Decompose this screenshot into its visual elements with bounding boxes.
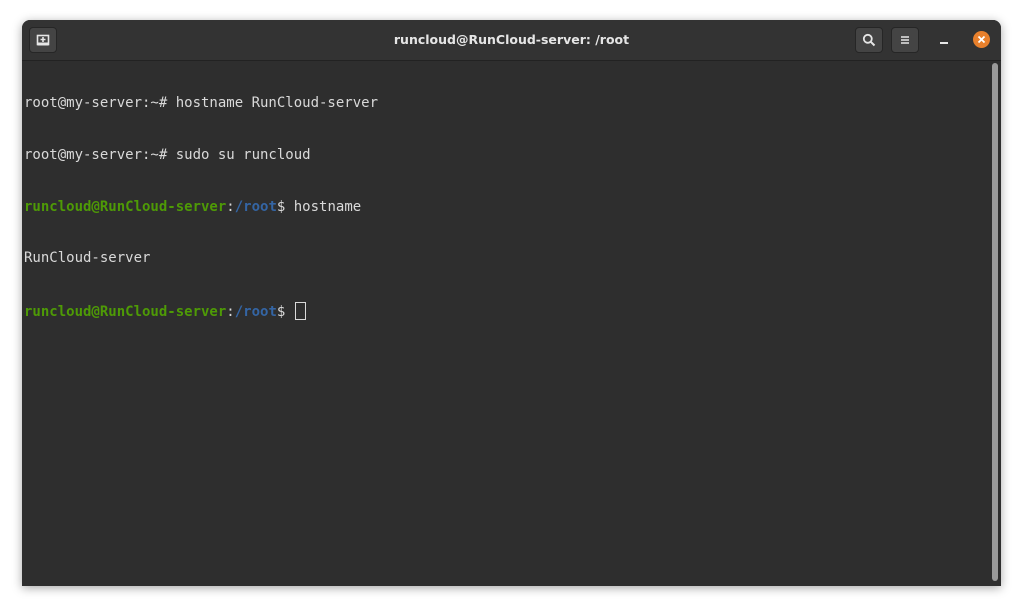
terminal-output[interactable]: root@my-server:~# hostname RunCloud-serv… xyxy=(22,61,990,586)
prompt-command: hostname xyxy=(293,198,362,215)
prompt-user-host: runcloud@RunCloud-server xyxy=(24,198,227,215)
line-text: root@my-server:~# hostname RunCloud-serv… xyxy=(24,95,379,112)
prompt-symbol: $ xyxy=(276,303,294,320)
close-button[interactable] xyxy=(973,31,990,48)
line-text: root@my-server:~# sudo su runcloud xyxy=(24,147,311,163)
prompt-symbol: $ xyxy=(276,198,294,215)
search-icon xyxy=(862,33,876,47)
terminal-line: root@my-server:~# sudo su runcloud xyxy=(24,147,990,164)
title-bar[interactable]: runcloud@RunCloud-server: /root xyxy=(22,20,1001,61)
prompt-separator: : xyxy=(226,303,235,320)
search-button[interactable] xyxy=(855,27,883,53)
text-cursor[interactable] xyxy=(294,301,306,320)
prompt-path: /root xyxy=(234,303,277,320)
minimize-icon xyxy=(940,42,948,44)
menu-button[interactable] xyxy=(891,27,919,53)
terminal-window: runcloud@RunCloud-server: /root root@my-… xyxy=(22,20,1001,586)
minimize-button[interactable] xyxy=(934,30,954,50)
line-text: RunCloud-server xyxy=(24,250,151,267)
prompt-user-host: runcloud@RunCloud-server xyxy=(24,303,227,320)
close-icon xyxy=(977,35,986,44)
terminal-line: RunCloud-server xyxy=(24,250,990,267)
prompt-path: /root xyxy=(234,198,277,215)
prompt-separator: : xyxy=(226,198,235,215)
terminal-prompt-line: runcloud@RunCloud-server:/root$ xyxy=(24,301,990,320)
terminal-prompt-line: runcloud@RunCloud-server:/root$ hostname xyxy=(24,199,990,216)
terminal-line: root@my-server:~# hostname RunCloud-serv… xyxy=(24,95,990,112)
hamburger-menu-icon xyxy=(901,36,909,44)
scrollbar[interactable] xyxy=(992,63,998,581)
